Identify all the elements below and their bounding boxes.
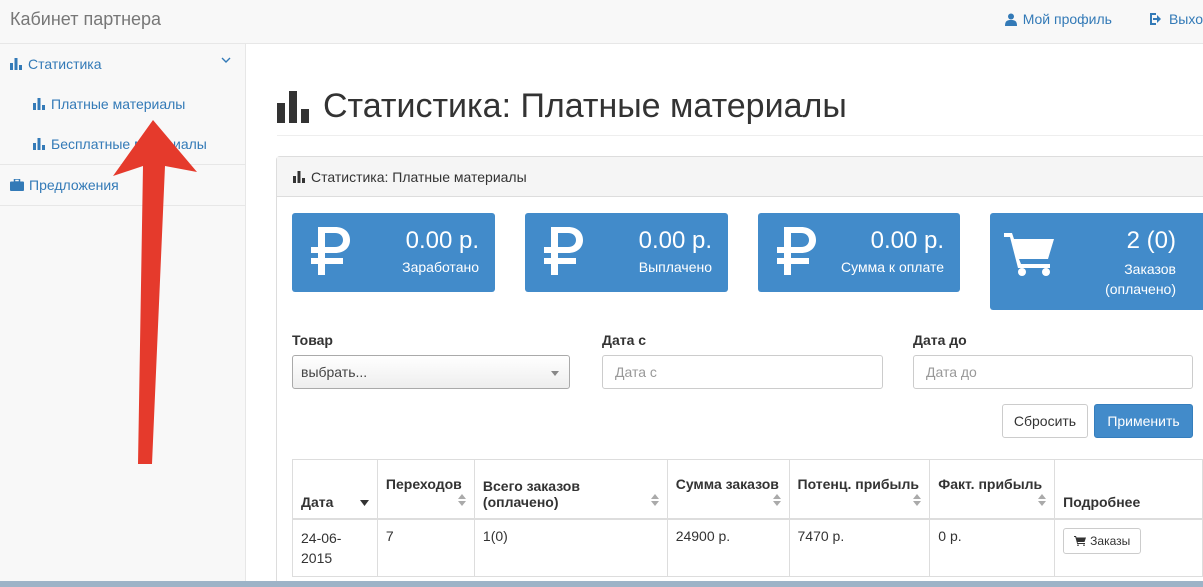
dropdown-arrow-icon: [551, 371, 559, 376]
orders-button[interactable]: Заказы: [1063, 527, 1142, 554]
cell-actual: 0 р.: [929, 518, 1056, 577]
cart-icon: [1074, 535, 1087, 546]
table-header-row: Дата Переходов Всего заказов (оплачено) …: [292, 459, 1203, 520]
chevron-down-icon: [221, 57, 231, 63]
bottom-edge: [0, 581, 1203, 587]
sidebar-item-paid-materials[interactable]: Платные материалы: [0, 84, 245, 124]
sort-icon: [457, 493, 466, 506]
sort-icon: [1038, 493, 1047, 506]
title-divider: [277, 135, 1203, 136]
stat-value: 0.00 р.: [638, 227, 712, 254]
sort-desc-icon: [359, 499, 369, 506]
product-label: Товар: [292, 332, 333, 348]
ruble-icon: [777, 227, 816, 275]
stat-label: Заработано: [402, 259, 479, 275]
date-from-label: Дата с: [602, 332, 647, 348]
stat-label: Сумма к оплате: [841, 259, 944, 275]
sidebar-item-free-materials[interactable]: Бесплатные материалы: [0, 124, 245, 164]
column-header-actual[interactable]: Факт. прибыль: [929, 459, 1056, 520]
bar-chart-icon: [33, 98, 45, 110]
sidebar-item-label: Бесплатные материалы: [51, 136, 207, 152]
stat-label: Выплачено: [638, 259, 712, 275]
bar-chart-icon: [33, 138, 45, 150]
apply-button[interactable]: Применить: [1094, 404, 1193, 438]
sort-icon: [772, 493, 781, 506]
sidebar-item-statistics[interactable]: Статистика: [0, 44, 245, 84]
stat-value: 0.00 р.: [870, 227, 944, 254]
user-icon: [1004, 13, 1017, 26]
cell-date: 24-06-2015: [292, 518, 378, 577]
reset-button[interactable]: Сбросить: [1002, 404, 1088, 438]
column-header-details: Подробнее: [1054, 459, 1203, 520]
stat-label: Заказов (оплачено): [1105, 261, 1176, 297]
ruble-icon: [311, 227, 350, 275]
stat-value: 2 (0): [1126, 227, 1176, 254]
date-to-input[interactable]: [913, 355, 1193, 389]
ruble-icon: [544, 227, 583, 275]
orders-button-label: Заказы: [1090, 533, 1131, 548]
panel-heading: Статистика: Платные материалы: [277, 157, 1203, 197]
cell-visits: 7: [376, 518, 475, 577]
top-navbar: Кабинет партнера Мой профиль Выхо: [0, 0, 1203, 44]
column-header-visits[interactable]: Переходов: [376, 459, 475, 520]
stats-table: Дата Переходов Всего заказов (оплачено) …: [292, 459, 1203, 577]
date-to-label: Дата до: [913, 332, 967, 348]
cell-details: Заказы: [1054, 518, 1203, 577]
table-row: 24-06-2015 7 1(0) 24900 р. 7470 р. 0 р. …: [292, 518, 1203, 577]
page-title-text: Статистика: Платные материалы: [323, 87, 847, 125]
profile-link[interactable]: Мой профиль: [1004, 11, 1112, 27]
profile-label: Мой профиль: [1022, 11, 1112, 27]
stat-card-paid: 0.00 р. Выплачено: [525, 213, 728, 292]
stat-card-earned: 0.00 р. Заработано: [292, 213, 495, 292]
brand-title[interactable]: Кабинет партнера: [10, 9, 161, 30]
top-nav: Мой профиль Выхо: [1004, 11, 1203, 27]
sidebar-item-offers[interactable]: Предложения: [0, 165, 245, 206]
cell-potential: 7470 р.: [788, 518, 931, 577]
stat-card-orders: 2 (0) Заказов (оплачено): [990, 213, 1203, 310]
bar-chart-icon: [293, 170, 305, 183]
product-select-value: выбрать...: [301, 364, 368, 380]
stat-value: 0.00 р.: [405, 227, 479, 254]
column-header-sum[interactable]: Сумма заказов: [666, 459, 790, 520]
sidebar: Статистика Платные материалы Бесплатные …: [0, 44, 246, 587]
stat-card-due: 0.00 р. Сумма к оплате: [758, 213, 960, 292]
bar-chart-icon: [10, 58, 22, 70]
sidebar-item-label: Платные материалы: [51, 96, 186, 112]
logout-icon: [1149, 13, 1161, 25]
main-content: Статистика: Платные материалы Статистика…: [247, 44, 1203, 587]
page-title: Статистика: Платные материалы: [277, 87, 847, 126]
bar-chart-icon: [277, 90, 309, 123]
briefcase-icon: [10, 179, 24, 191]
panel-title: Статистика: Платные материалы: [311, 168, 527, 185]
cell-orders: 1(0): [473, 518, 668, 577]
sidebar-item-label: Статистика: [28, 56, 102, 72]
date-from-input[interactable]: [602, 355, 883, 389]
logout-link[interactable]: Выхо: [1149, 11, 1203, 27]
sort-icon: [650, 493, 659, 506]
cell-sum: 24900 р.: [666, 518, 790, 577]
sort-icon: [913, 493, 922, 506]
cart-icon: [1004, 233, 1054, 276]
column-header-date[interactable]: Дата: [292, 459, 378, 520]
product-select[interactable]: выбрать...: [292, 355, 570, 389]
column-header-potential[interactable]: Потенц. прибыль: [788, 459, 931, 520]
column-header-orders[interactable]: Всего заказов (оплачено): [473, 459, 668, 520]
logout-label: Выхо: [1168, 11, 1203, 27]
sidebar-item-label: Предложения: [29, 177, 119, 193]
